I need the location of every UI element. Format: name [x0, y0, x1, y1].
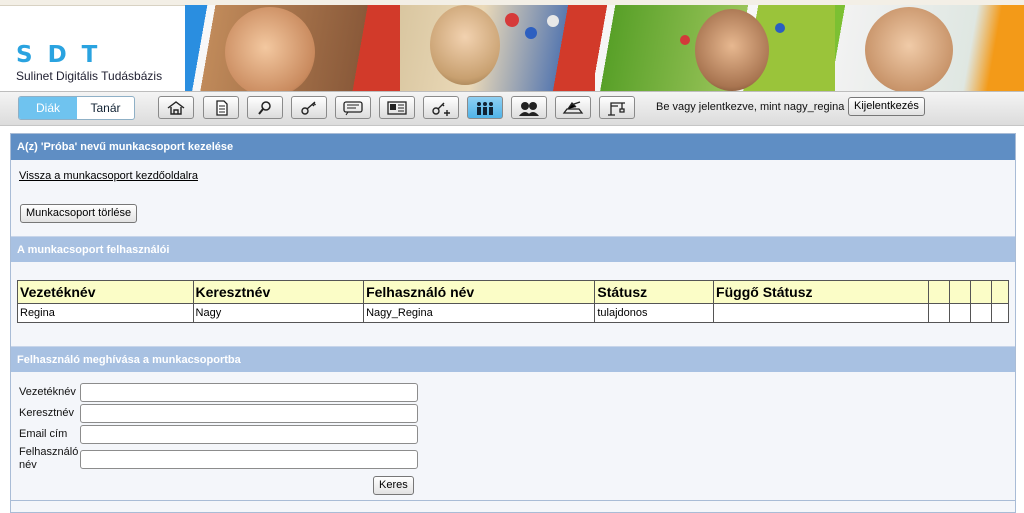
search-button[interactable]: [247, 96, 283, 119]
column-header-action: [928, 280, 951, 304]
role-student-tab[interactable]: Diák: [19, 97, 77, 119]
cell-action[interactable]: [970, 303, 993, 323]
username-input[interactable]: [80, 450, 418, 469]
message-icon: [343, 100, 363, 115]
column-header-firstname: Keresztnév: [192, 280, 365, 304]
logged-in-status: Be vagy jelentkezve, mint nagy_regina: [656, 101, 845, 113]
document-button[interactable]: [203, 96, 239, 119]
lastname-input[interactable]: [80, 383, 418, 402]
column-header-lastname: Vezetéknév: [17, 280, 194, 304]
email-label: Email cím: [19, 428, 68, 440]
firstname-input[interactable]: [80, 404, 418, 423]
role-teacher-tab[interactable]: Tanár: [77, 97, 134, 119]
sdt-logo[interactable]: SDT Sulinet Digitális Tudásbázis: [16, 42, 163, 84]
column-header-username: Felhasználó név: [363, 280, 596, 304]
cell-action[interactable]: [991, 303, 1009, 323]
role-switch: Diák Tanár: [18, 96, 135, 120]
users-section-title: A munkacsoport felhasználói: [11, 236, 1015, 262]
users-button[interactable]: [511, 96, 547, 119]
toolbar: Diák Tanár Be vagy jelentkezve, mint nag…: [0, 91, 1024, 126]
invite-section-title: Felhasználó meghívása a munkacsoportba: [11, 346, 1015, 372]
key-plus-icon: [432, 102, 450, 116]
document-icon: [216, 99, 228, 116]
crane-icon: [608, 101, 625, 116]
cell-firstname: Nagy: [192, 303, 365, 323]
group-button[interactable]: [467, 96, 503, 119]
tools-button[interactable]: [555, 96, 591, 119]
username-label: Felhasználó név: [19, 446, 79, 471]
users-icon: [519, 101, 539, 116]
table-header-row: Vezetéknév Keresztnév Felhasználó név St…: [17, 280, 1009, 304]
search-icon: [258, 100, 271, 115]
logout-button[interactable]: Kijelentkezés: [848, 97, 925, 116]
crane-button[interactable]: [599, 96, 635, 119]
lastname-label: Vezetéknév: [19, 386, 76, 398]
home-icon: [167, 100, 185, 115]
key-plus-button[interactable]: [423, 96, 459, 119]
back-link[interactable]: Vissza a munkacsoport kezdőoldalra: [19, 170, 198, 182]
column-header-action: [991, 280, 1009, 304]
cell-action[interactable]: [928, 303, 951, 323]
users-table: Vezetéknév Keresztnév Felhasználó név St…: [17, 280, 1009, 323]
cell-status: tulajdonos: [594, 303, 715, 323]
email-input[interactable]: [80, 425, 418, 444]
card-icon: [387, 100, 407, 115]
key-icon: [301, 100, 316, 115]
message-button[interactable]: [335, 96, 371, 119]
main-content: A(z) 'Próba' nevű munkacsoport kezelése …: [10, 133, 1016, 513]
cell-username: Nagy_Regina: [363, 303, 596, 323]
table-row: Regina Nagy Nagy_Regina tulajdonos: [17, 303, 1009, 323]
group-icon: [477, 101, 493, 115]
firstname-label: Keresztnév: [19, 407, 75, 419]
cell-action[interactable]: [949, 303, 972, 323]
search-submit-button[interactable]: Keres: [373, 476, 414, 495]
column-header-pending-status: Függő Státusz: [713, 280, 930, 304]
section-divider: [11, 500, 1015, 501]
header-banner-image: [185, 5, 1024, 91]
logo-subtitle: Sulinet Digitális Tudásbázis: [16, 69, 163, 83]
column-header-action: [970, 280, 993, 304]
page-title: A(z) 'Próba' nevű munkacsoport kezelése: [11, 134, 1015, 160]
home-button[interactable]: [158, 96, 194, 119]
key-button[interactable]: [291, 96, 327, 119]
card-button[interactable]: [379, 96, 415, 119]
cell-pending-status: [713, 303, 930, 323]
column-header-action: [949, 280, 972, 304]
header: SDT Sulinet Digitális Tudásbázis: [0, 0, 1024, 91]
tools-icon: [562, 100, 584, 114]
delete-group-button[interactable]: Munkacsoport törlése: [20, 204, 138, 223]
column-header-status: Státusz: [594, 280, 715, 304]
logo-letters: SDT: [16, 42, 113, 68]
cell-lastname: Regina: [17, 303, 194, 323]
